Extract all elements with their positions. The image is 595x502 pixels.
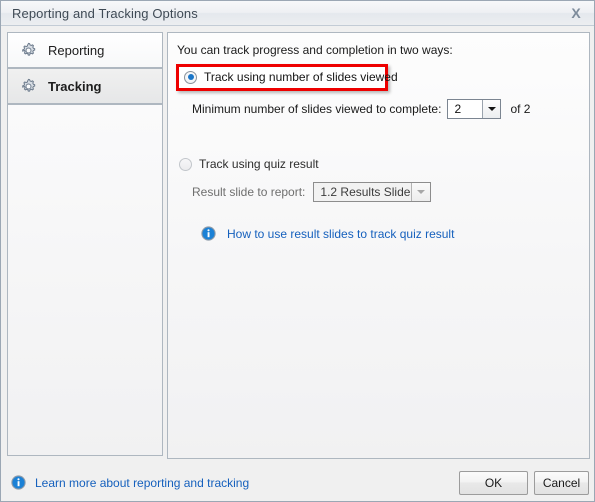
sidebar-item-label: Reporting <box>48 43 105 58</box>
gear-icon <box>20 78 37 95</box>
radio-selected-icon[interactable] <box>184 70 197 84</box>
ok-button[interactable]: OK <box>459 471 528 495</box>
info-icon <box>201 226 216 241</box>
total-slides-label: of 2 <box>510 102 531 116</box>
chevron-down-icon[interactable] <box>411 183 431 201</box>
radio-track-slides-label: Track using number of slides viewed <box>204 70 398 84</box>
intro-text: You can track progress and completion in… <box>177 43 453 57</box>
radio-unselected-icon[interactable] <box>179 157 192 171</box>
learn-more-link[interactable]: Learn more about reporting and tracking <box>35 476 249 490</box>
info-icon <box>11 475 26 490</box>
window-title: Reporting and Tracking Options <box>12 6 198 21</box>
sidebar: Reporting Tracking <box>7 32 163 456</box>
minimum-slides-row: Minimum number of slides viewed to compl… <box>192 99 530 119</box>
radio-track-slides[interactable]: Track using number of slides viewed <box>184 70 398 84</box>
result-slide-row: Result slide to report: 1.2 Results Slid… <box>192 182 432 202</box>
sidebar-item-tracking[interactable]: Tracking <box>7 68 163 104</box>
title-bar: Reporting and Tracking Options X <box>1 1 594 26</box>
result-slide-value: 1.2 Results Slide <box>320 185 411 199</box>
dialog-window: Reporting and Tracking Options X Reporti… <box>0 0 595 502</box>
sidebar-item-label: Tracking <box>48 79 102 94</box>
content-panel: You can track progress and completion in… <box>167 32 590 459</box>
learn-more-row: Learn more about reporting and tracking <box>11 475 249 490</box>
close-button[interactable]: X <box>562 3 590 23</box>
result-slide-label: Result slide to report: <box>192 185 306 199</box>
minimum-slides-label: Minimum number of slides viewed to compl… <box>192 102 442 116</box>
help-link[interactable]: How to use result slides to track quiz r… <box>227 227 454 241</box>
help-link-row: How to use result slides to track quiz r… <box>201 226 454 241</box>
gear-icon <box>20 42 37 59</box>
result-slide-dropdown[interactable]: 1.2 Results Slide <box>313 182 432 202</box>
close-icon: X <box>571 5 581 21</box>
radio-track-quiz[interactable]: Track using quiz result <box>179 157 319 171</box>
cancel-button[interactable]: Cancel <box>534 471 589 495</box>
sidebar-empty-panel <box>7 104 163 456</box>
radio-track-quiz-label: Track using quiz result <box>199 157 319 171</box>
sidebar-item-reporting[interactable]: Reporting <box>7 32 163 68</box>
minimum-slides-dropdown[interactable]: 2 <box>447 99 502 119</box>
minimum-slides-value: 2 <box>454 102 462 116</box>
chevron-down-icon[interactable] <box>482 100 501 118</box>
